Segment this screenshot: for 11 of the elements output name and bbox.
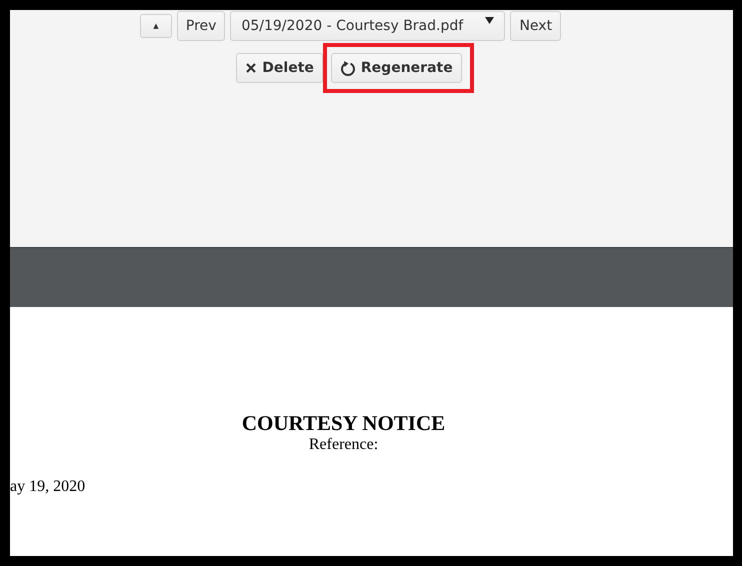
file-select[interactable]: 05/19/2020 - Courtesy Brad.pdf: [230, 11, 506, 41]
close-icon: [245, 62, 258, 74]
dropdown-caret-icon: [485, 17, 494, 24]
next-button[interactable]: Next: [510, 11, 562, 41]
delete-button[interactable]: Delete: [236, 53, 323, 83]
regenerate-button[interactable]: Regenerate: [330, 53, 462, 83]
refresh-icon: [340, 60, 356, 76]
reference-label: Reference:: [308, 436, 378, 454]
document-date: ay 19, 2020: [10, 478, 86, 496]
prev-button[interactable]: Prev: [176, 11, 226, 41]
document-title: COURTESY NOTICE: [242, 411, 446, 436]
